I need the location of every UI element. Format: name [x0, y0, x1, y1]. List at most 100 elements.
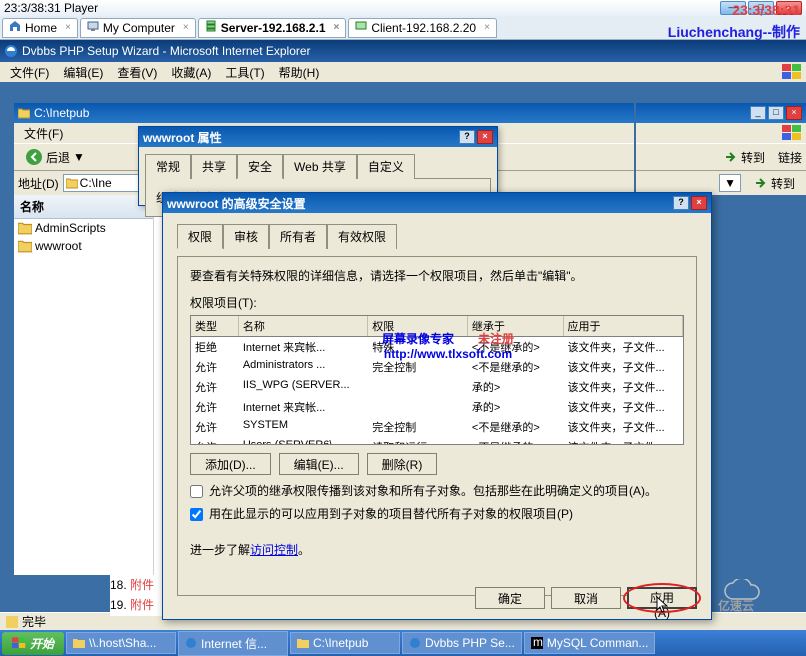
folder-icon — [18, 107, 30, 119]
line-18: 18. 附件 — [110, 576, 170, 593]
folder-label: AdminScripts — [35, 221, 106, 235]
properties-tabs: 常规 共享 安全 Web 共享 自定义 — [139, 147, 497, 178]
address-label: 地址(D) — [18, 175, 59, 192]
client-icon — [355, 20, 367, 35]
folder-adminscripts[interactable]: AdminScripts — [14, 219, 153, 237]
help-button[interactable]: ? — [459, 130, 475, 144]
apply-button[interactable]: 应用(A) — [627, 587, 697, 609]
folder-icon — [66, 177, 78, 189]
close-button[interactable]: × — [691, 196, 707, 210]
col-type[interactable]: 类型 — [191, 316, 239, 336]
start-button[interactable]: 开始 — [2, 632, 64, 655]
table-row[interactable]: 允许Internet 来宾帐...承的>该文件夹，子文件... — [191, 397, 683, 417]
player-titlebar: 23:3/38:31 Player — □ × — [0, 0, 806, 16]
taskbar-item[interactable]: C:\Inetpub — [290, 632, 400, 654]
tab-auditing[interactable]: 审核 — [223, 224, 269, 249]
tab-close-icon[interactable]: × — [484, 22, 490, 33]
address-value[interactable]: C:\Ine — [80, 176, 112, 190]
tab-server[interactable]: Server-192.168.2.1 × — [198, 18, 347, 38]
goto-button[interactable]: 转到 — [717, 146, 772, 168]
back-label: 后退 — [46, 149, 70, 166]
tab-security[interactable]: 安全 — [237, 154, 283, 179]
tab-sharing[interactable]: 共享 — [191, 154, 237, 179]
edit-button[interactable]: 编辑(E)... — [279, 453, 359, 475]
table-row[interactable]: 允许Administrators ...完全控制<不是继承的>该文件夹，子文件.… — [191, 357, 683, 377]
timestamp-overlay: 23:3/38:31 — [732, 2, 800, 18]
list-label: 权限项目(T): — [190, 294, 684, 311]
folder-wwwroot[interactable]: wwwroot — [14, 237, 153, 255]
tab-label: Home — [25, 21, 57, 35]
taskbar-item[interactable]: Internet 信... — [178, 631, 288, 656]
status-icon — [6, 616, 18, 628]
table-row[interactable]: 拒绝Internet 来宾帐...特殊<不是继承的>该文件夹，子文件... — [191, 337, 683, 357]
taskbar-item[interactable]: myMySQL Comman... — [524, 632, 656, 654]
cloud-watermark: 亿速云 — [718, 579, 798, 626]
table-row[interactable]: 允许SYSTEM完全控制<不是继承的>该文件夹，子文件... — [191, 417, 683, 437]
tab-mycomputer[interactable]: My Computer × — [80, 18, 196, 38]
properties-titlebar[interactable]: wwwroot 属性 ? × — [139, 127, 497, 147]
permissions-table[interactable]: 类型 名称 权限 继承于 应用于 拒绝Internet 来宾帐...特殊<不是继… — [190, 315, 684, 445]
adv-titlebar[interactable]: wwwroot 的高级安全设置 ? × — [163, 193, 711, 213]
goto-label: 转到 — [741, 149, 765, 166]
adv-tabs: 权限 审核 所有者 有效权限 — [177, 223, 697, 248]
menu-file[interactable]: 文件(F) — [18, 123, 69, 144]
tab-effective[interactable]: 有效权限 — [327, 224, 397, 249]
dialog-title: wwwroot 的高级安全设置 — [167, 195, 306, 212]
status-text: 完毕 — [22, 613, 46, 630]
menu-help[interactable]: 帮助(H) — [273, 62, 326, 83]
minimize-button[interactable]: _ — [750, 106, 766, 120]
tab-owner[interactable]: 所有者 — [269, 224, 327, 249]
cancel-button[interactable]: 取消 — [551, 587, 621, 609]
links-label[interactable]: 链接 — [778, 149, 802, 166]
menu-file[interactable]: 文件(F) — [4, 62, 55, 83]
tab-close-icon[interactable]: × — [65, 22, 71, 33]
close-button[interactable]: × — [786, 106, 802, 120]
tab-home[interactable]: Home × — [2, 18, 78, 38]
browser-title: Dvbbs PHP Setup Wizard - Microsoft Inter… — [22, 44, 311, 58]
tab-permissions[interactable]: 权限 — [177, 224, 223, 249]
session-tab-bar: Home × My Computer × Server-192.168.2.1 … — [0, 16, 806, 40]
menu-view[interactable]: 查看(V) — [111, 62, 163, 83]
start-label: 开始 — [30, 635, 54, 652]
ie-icon — [4, 44, 18, 58]
computer-icon — [87, 20, 99, 35]
goto-label: 转到 — [771, 175, 795, 192]
goto-button-2[interactable]: 转到 — [747, 172, 802, 194]
remove-button[interactable]: 删除(R) — [367, 453, 438, 475]
add-button[interactable]: 添加(D)... — [190, 453, 271, 475]
help-button[interactable]: ? — [673, 196, 689, 210]
advanced-security-dialog: wwwroot 的高级安全设置 ? × 权限 审核 所有者 有效权限 要查看有关… — [162, 192, 712, 620]
menu-edit[interactable]: 编辑(E) — [57, 62, 109, 83]
tab-close-icon[interactable]: × — [183, 22, 189, 33]
ok-button[interactable]: 确定 — [475, 587, 545, 609]
svg-text:my: my — [533, 637, 543, 649]
maximize-button[interactable]: □ — [768, 106, 784, 120]
taskbar-item[interactable]: \\.host\Sha... — [66, 632, 176, 654]
inherit-checkbox[interactable] — [190, 485, 203, 498]
server-icon — [205, 20, 217, 35]
back-button[interactable]: 后退 ▼ — [18, 146, 92, 168]
name-column-header[interactable]: 名称 — [14, 195, 153, 219]
col-apply[interactable]: 应用于 — [564, 316, 684, 336]
menu-tools[interactable]: 工具(T) — [219, 62, 270, 83]
tab-label: My Computer — [103, 21, 175, 35]
inherit-label: 允许父项的继承权限传播到该对象和所有子对象。包括那些在此明确定义的项目(A)。 — [209, 483, 657, 500]
replace-checkbox[interactable] — [190, 508, 203, 521]
access-control-link[interactable]: 访问控制 — [250, 543, 298, 557]
tab-websharing[interactable]: Web 共享 — [283, 154, 357, 179]
taskbar-item[interactable]: Dvbbs PHP Se... — [402, 632, 522, 654]
instruction-text: 要查看有关特殊权限的详细信息，请选择一个权限项目，然后单击"编辑"。 — [190, 267, 684, 284]
col-name[interactable]: 名称 — [239, 316, 368, 336]
table-row[interactable]: 允许IIS_WPG (SERVER...承的>该文件夹，子文件... — [191, 377, 683, 397]
folder-list-panel: 名称 AdminScripts wwwroot — [14, 195, 154, 575]
col-inherit[interactable]: 继承于 — [468, 316, 564, 336]
more-info: 进一步了解访问控制。 — [190, 541, 684, 558]
table-row[interactable]: 允许Users (SERVER6\...读取和运行<不是继承的>该文件夹，子文件… — [191, 437, 683, 445]
tab-client[interactable]: Client-192.168.2.20 × — [348, 18, 497, 38]
tab-general[interactable]: 常规 — [145, 154, 191, 179]
menu-favorites[interactable]: 收藏(A) — [165, 62, 217, 83]
col-perm[interactable]: 权限 — [368, 316, 468, 336]
tab-close-icon[interactable]: × — [334, 22, 340, 33]
close-button[interactable]: × — [477, 130, 493, 144]
tab-customize[interactable]: 自定义 — [357, 154, 415, 179]
